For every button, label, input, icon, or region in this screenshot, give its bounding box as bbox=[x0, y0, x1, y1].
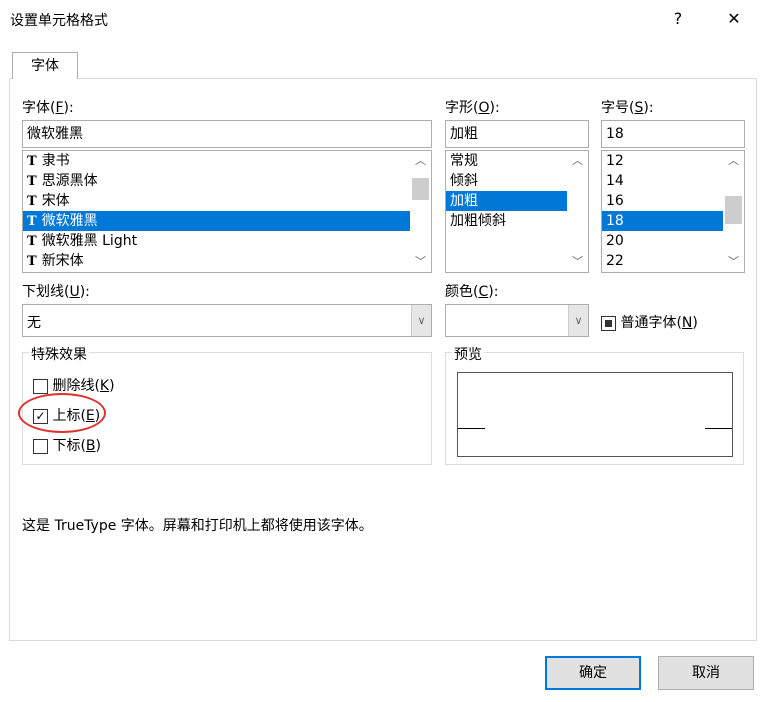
list-item-label: 加粗倾斜 bbox=[450, 213, 506, 229]
truetype-icon: T bbox=[27, 194, 37, 209]
list-item-label: 倾斜 bbox=[450, 173, 478, 189]
list-item-label: 新宋体 bbox=[41, 253, 84, 269]
scrollbar[interactable]: ︿ ﹀ bbox=[723, 151, 744, 272]
list-item-label: 18 bbox=[606, 213, 624, 229]
underline-select[interactable]: 无 ∨ bbox=[22, 304, 432, 337]
effect-checkbox[interactable]: 删除线(K) bbox=[33, 375, 115, 395]
underline-label: 下划线(U): bbox=[22, 284, 90, 300]
size-label: 字号(S): bbox=[601, 100, 654, 116]
help-button[interactable]: ? bbox=[658, 4, 698, 34]
list-item-label: 宋体 bbox=[41, 193, 70, 209]
list-item[interactable]: 18 bbox=[602, 211, 723, 231]
close-button[interactable]: ✕ bbox=[714, 4, 754, 34]
list-item-label: 22 bbox=[606, 253, 624, 269]
effects-title: 特殊效果 bbox=[29, 344, 89, 364]
list-item[interactable]: 常规 bbox=[446, 151, 567, 171]
list-item[interactable]: 14 bbox=[602, 171, 723, 191]
truetype-icon: T bbox=[27, 154, 37, 169]
size-input[interactable]: 18 bbox=[601, 120, 745, 148]
list-item-label: 12 bbox=[606, 153, 624, 169]
list-item[interactable]: 16 bbox=[602, 191, 723, 211]
list-item[interactable]: T 新宋体 bbox=[23, 251, 410, 271]
chevron-down-icon[interactable]: ﹀ bbox=[567, 252, 588, 272]
size-list[interactable]: 12 14 16 18 20 22 ︿ ﹀ bbox=[601, 150, 745, 273]
chevron-down-icon[interactable]: ∨ bbox=[411, 305, 431, 336]
underline-value: 无 bbox=[27, 315, 41, 331]
scrollbar[interactable]: ︿ ﹀ bbox=[567, 151, 588, 272]
list-item[interactable]: T 微软雅黑 Light bbox=[23, 231, 410, 251]
chevron-down-icon[interactable]: ﹀ bbox=[410, 252, 431, 272]
truetype-icon: T bbox=[27, 174, 37, 189]
scrollbar-thumb[interactable] bbox=[412, 178, 429, 200]
list-item-label: 20 bbox=[606, 233, 624, 249]
chevron-down-icon[interactable]: ﹀ bbox=[723, 252, 744, 272]
truetype-icon: T bbox=[27, 234, 37, 249]
list-item-label: 微软雅黑 bbox=[41, 213, 98, 229]
baseline-left bbox=[458, 428, 485, 429]
chevron-up-icon[interactable]: ︿ bbox=[567, 151, 588, 171]
list-item-label: 14 bbox=[606, 173, 624, 189]
truetype-icon: T bbox=[27, 214, 37, 229]
list-item[interactable]: T 微软雅黑 bbox=[23, 211, 410, 231]
cancel-button[interactable]: 取消 bbox=[658, 656, 754, 690]
checkbox-icon[interactable] bbox=[33, 378, 48, 394]
truetype-icon: T bbox=[27, 254, 37, 269]
effect-label: 下标(B) bbox=[52, 438, 101, 454]
list-item-label: 常规 bbox=[450, 153, 478, 169]
normal-font-checkbox[interactable]: 普通字体(N) bbox=[601, 312, 698, 332]
preview-box bbox=[457, 372, 733, 457]
list-item-label: 隶书 bbox=[41, 153, 70, 169]
effect-checkbox[interactable]: 下标(B) bbox=[33, 435, 101, 455]
style-list[interactable]: 常规 倾斜 加粗 加粗倾斜 ︿ ﹀ bbox=[445, 150, 589, 273]
highlight-circle bbox=[18, 393, 106, 433]
tab-font[interactable]: 字体 bbox=[12, 52, 78, 79]
font-input[interactable]: 微软雅黑 bbox=[22, 120, 432, 148]
baseline-right bbox=[705, 428, 732, 429]
list-item[interactable]: T 宋体 bbox=[23, 191, 410, 211]
color-label: 颜色(C): bbox=[445, 284, 499, 300]
font-list[interactable]: T 隶书 T 思源黑体 T 宋体 T 微软雅黑 T 微软雅黑 Light T 新宋体 ︿ ﹀ bbox=[22, 150, 432, 273]
scrollbar[interactable]: ︿ ﹀ bbox=[410, 151, 431, 272]
list-item-label: 16 bbox=[606, 193, 624, 209]
list-item[interactable]: 22 bbox=[602, 251, 723, 271]
checkbox-icon[interactable] bbox=[33, 438, 48, 454]
info-text: 这是 TrueType 字体。屏幕和打印机上都将使用该字体。 bbox=[22, 518, 373, 534]
list-item[interactable]: 20 bbox=[602, 231, 723, 251]
list-item[interactable]: 12 bbox=[602, 151, 723, 171]
color-select[interactable]: ∨ bbox=[445, 304, 589, 337]
chevron-up-icon[interactable]: ︿ bbox=[723, 151, 744, 171]
list-item[interactable]: T 隶书 bbox=[23, 151, 410, 171]
style-input[interactable]: 加粗 bbox=[445, 120, 589, 148]
list-item[interactable]: 加粗倾斜 bbox=[446, 211, 567, 231]
ok-button[interactable]: 确定 bbox=[545, 656, 641, 690]
list-item-label: 思源黑体 bbox=[41, 173, 98, 189]
preview-title: 预览 bbox=[452, 344, 484, 364]
scrollbar-thumb[interactable] bbox=[725, 196, 742, 224]
list-item[interactable]: T 思源黑体 bbox=[23, 171, 410, 191]
font-label: 字体(F): bbox=[22, 100, 74, 116]
list-item-label: 加粗 bbox=[450, 193, 478, 209]
dialog-title: 设置单元格格式 bbox=[10, 13, 108, 29]
chevron-down-icon[interactable]: ∨ bbox=[568, 305, 588, 336]
style-label: 字形(O): bbox=[445, 100, 500, 116]
normal-font-label: 普通字体(N) bbox=[620, 315, 698, 331]
effect-label: 删除线(K) bbox=[52, 378, 115, 394]
list-item-label: 微软雅黑 Light bbox=[41, 233, 138, 249]
list-item[interactable]: 倾斜 bbox=[446, 171, 567, 191]
chevron-up-icon[interactable]: ︿ bbox=[410, 151, 431, 171]
checkbox-indeterminate-icon[interactable] bbox=[601, 315, 616, 331]
list-item[interactable]: 加粗 bbox=[446, 191, 567, 211]
